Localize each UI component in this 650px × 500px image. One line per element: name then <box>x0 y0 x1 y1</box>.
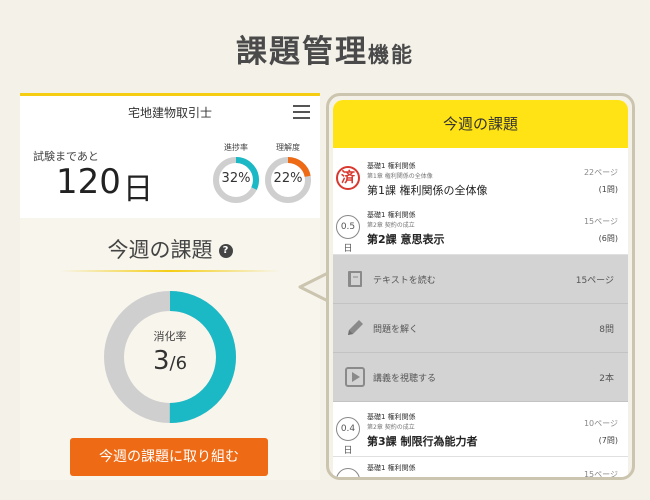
lesson-chapter: 第2章 契約の成立 <box>367 222 415 229</box>
lesson-row[interactable]: 0.4日 基礎1 権利関係 第2章 契約の成立 第3課 制限行為能力者 10ペー… <box>333 406 628 457</box>
duration-badge <box>336 468 360 477</box>
lesson-chapter: 第2章 契約の成立 <box>367 424 415 431</box>
feature-heading: 課題管理機能 <box>0 26 650 71</box>
lesson-title: 第3課 制限行為能力者 <box>367 435 478 448</box>
weekly-title: 今週の課題? <box>20 234 320 264</box>
understanding-gauge: 理解度 22% <box>262 142 314 205</box>
task-row-solve[interactable]: 問題を解く 8問 <box>333 304 628 353</box>
lesson-questions: (7問) <box>598 436 618 445</box>
menu-icon[interactable] <box>293 105 310 119</box>
completion-done: 3 <box>152 346 170 376</box>
lesson-task-list: テキストを読む 15ページ 問題を解く 8問 講義を視聴する 2本 <box>333 255 628 402</box>
task-value: 8問 <box>599 325 614 335</box>
app-title: 宅地建物取引士 <box>127 106 212 120</box>
book-icon <box>348 271 362 287</box>
lesson-row[interactable]: 済 基礎1 権利関係 第1章 権利関係の全体像 第1課 権利関係の全体像 22ペ… <box>333 155 628 206</box>
completion-fraction: 3/6 <box>152 346 188 376</box>
weekly-tasks-screen: 今週の課題 済 基礎1 権利関係 第1章 権利関係の全体像 第1課 権利関係の全… <box>333 100 628 479</box>
task-label: テキストを読む <box>373 276 436 286</box>
left-phone-screen: 宅地建物取引士 試験まであと 120 日 進捗率 32% 理解度 22% 今週の… <box>20 93 320 480</box>
lesson-questions: (6問) <box>598 234 618 243</box>
app-header: 宅地建物取引士 <box>20 96 320 126</box>
lesson-row[interactable]: 基礎1 権利関係 15ページ <box>333 457 628 479</box>
completion-label: 消化率 <box>153 330 187 343</box>
progress-rate-value: 32% <box>221 171 251 186</box>
play-icon <box>345 367 365 387</box>
lesson-title: 第2課 意思表示 <box>367 233 445 246</box>
task-row-read[interactable]: テキストを読む 15ページ <box>333 255 628 304</box>
days-left-value: 120 <box>56 162 121 202</box>
days-left-unit: 日 <box>123 172 153 207</box>
heading-main: 課題管理 <box>236 34 368 70</box>
weekly-title-text: 今週の課題 <box>107 238 213 262</box>
right-phone-screen: 今週の課題 済 基礎1 権利関係 第1章 権利関係の全体像 第1課 権利関係の全… <box>326 93 635 480</box>
understanding-label: 理解度 <box>276 143 300 152</box>
lesson-category: 基礎1 権利関係 <box>367 413 416 421</box>
title-underline <box>60 270 280 272</box>
done-badge-icon: 済 <box>336 166 360 190</box>
completion-center: 消化率 3/6 <box>103 290 237 424</box>
task-label: 講義を視聴する <box>373 374 437 384</box>
start-weekly-tasks-button[interactable]: 今週の課題に取り組む <box>70 438 268 476</box>
lesson-pages: 10ページ <box>583 419 618 428</box>
task-value: 15ページ <box>575 276 614 286</box>
lesson-pages: 15ページ <box>583 217 618 226</box>
understanding-value: 22% <box>273 171 303 186</box>
progress-rate-gauge: 進捗率 32% <box>210 142 262 205</box>
lesson-row[interactable]: 0.5日 基礎1 権利関係 第2章 契約の成立 第2課 意思表示 15ページ (… <box>333 204 628 255</box>
lesson-pages: 22ページ <box>583 168 618 177</box>
task-value: 2本 <box>599 374 614 384</box>
lesson-questions: (1問) <box>598 185 618 194</box>
lesson-title: 第1課 権利関係の全体像 <box>367 184 488 197</box>
duration-badge: 0.5日 <box>336 215 360 254</box>
lesson-chapter: 第1章 権利関係の全体像 <box>367 173 433 180</box>
exam-info-panel: 試験まであと 120 日 進捗率 32% 理解度 22% <box>20 128 320 216</box>
lesson-category: 基礎1 権利関係 <box>367 162 416 170</box>
screen-title: 今週の課題 <box>333 100 628 148</box>
task-label: 問題を解く <box>373 325 419 335</box>
task-row-watch[interactable]: 講義を視聴する 2本 <box>333 353 628 402</box>
weekly-summary: 今週の課題? 消化率 3/6 今週の課題に取り組む <box>20 218 320 480</box>
progress-rate-label: 進捗率 <box>224 143 248 152</box>
duration-badge: 0.4日 <box>336 417 360 456</box>
lesson-category: 基礎1 権利関係 <box>367 211 416 219</box>
pencil-icon <box>348 320 363 335</box>
completion-total: 6 <box>175 353 188 374</box>
help-icon[interactable]: ? <box>218 244 233 258</box>
lesson-pages: 15ページ <box>583 470 618 479</box>
lesson-category: 基礎1 権利関係 <box>367 464 416 472</box>
heading-suffix: 機能 <box>368 43 414 67</box>
